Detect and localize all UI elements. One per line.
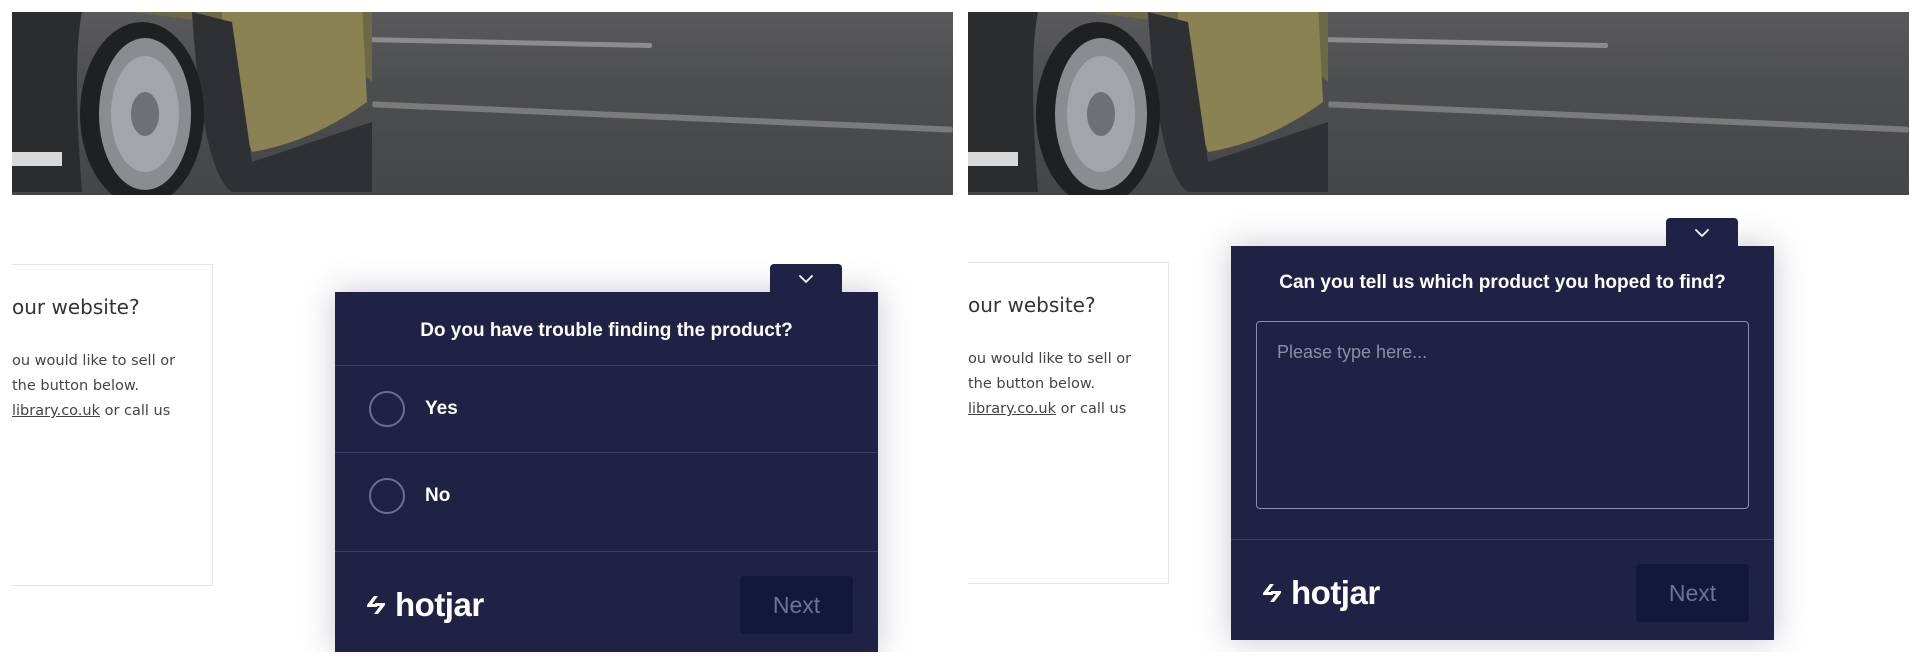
chevron-down-icon	[799, 275, 813, 283]
hotjar-wordmark: hotjar	[395, 586, 484, 623]
hotjar-mark-icon	[367, 595, 385, 614]
info-card-text-line: ou would like to sell or	[12, 353, 176, 369]
screenshot-panel-right: our website? ou would like to sell or th…	[968, 12, 1909, 652]
hotjar-survey-widget: Can you tell us which product you hoped …	[1231, 218, 1774, 640]
hero-photo	[968, 12, 1909, 195]
car-photo	[968, 12, 1328, 195]
hotjar-mark-icon	[1263, 583, 1281, 602]
hotjar-logo[interactable]: hotjar	[1259, 576, 1380, 609]
answer-textarea[interactable]	[1256, 321, 1749, 509]
survey-option-yes[interactable]: Yes	[335, 365, 878, 452]
hotjar-logo[interactable]: hotjar	[363, 588, 484, 621]
website-link[interactable]: library.co.uk	[12, 403, 100, 419]
info-card-text: or call us	[1055, 401, 1127, 417]
info-card-text-line: the button below.	[12, 378, 140, 394]
collapse-survey-button[interactable]	[1666, 218, 1738, 248]
info-card: our website? ou would like to sell or th…	[12, 264, 213, 586]
info-card-text-line: library.co.uk or call us	[12, 403, 170, 419]
option-label: No	[425, 485, 451, 506]
info-card-text: or call us	[99, 403, 171, 419]
radio-button[interactable]	[369, 478, 405, 514]
survey-option-no[interactable]: No	[335, 452, 878, 539]
next-button[interactable]: Next	[740, 576, 853, 634]
hotjar-wordmark: hotjar	[1291, 574, 1380, 611]
survey-question: Can you tell us which product you hoped …	[1279, 272, 1726, 293]
survey-footer: hotjar Next	[335, 551, 878, 652]
hotjar-survey-widget: Do you have trouble finding the product?…	[335, 264, 878, 652]
info-card-text-line: library.co.uk or call us	[968, 401, 1126, 417]
collapse-survey-button[interactable]	[770, 264, 842, 294]
chevron-down-icon	[1695, 229, 1709, 237]
radio-button[interactable]	[369, 391, 405, 427]
info-card-title: our website?	[968, 293, 1096, 317]
survey-question: Do you have trouble finding the product?	[420, 320, 793, 341]
hero-photo	[12, 12, 953, 195]
website-link[interactable]: library.co.uk	[968, 401, 1056, 417]
info-card-text-line: the button below.	[968, 376, 1096, 392]
screenshot-panel-left: our website? ou would like to sell or th…	[12, 12, 953, 652]
car-photo	[12, 12, 372, 195]
next-button[interactable]: Next	[1636, 564, 1749, 622]
info-card: our website? ou would like to sell or th…	[968, 262, 1169, 584]
info-card-title: our website?	[12, 295, 140, 319]
option-label: Yes	[425, 398, 458, 419]
survey-footer: hotjar Next	[1231, 539, 1774, 640]
info-card-text-line: ou would like to sell or	[968, 351, 1132, 367]
